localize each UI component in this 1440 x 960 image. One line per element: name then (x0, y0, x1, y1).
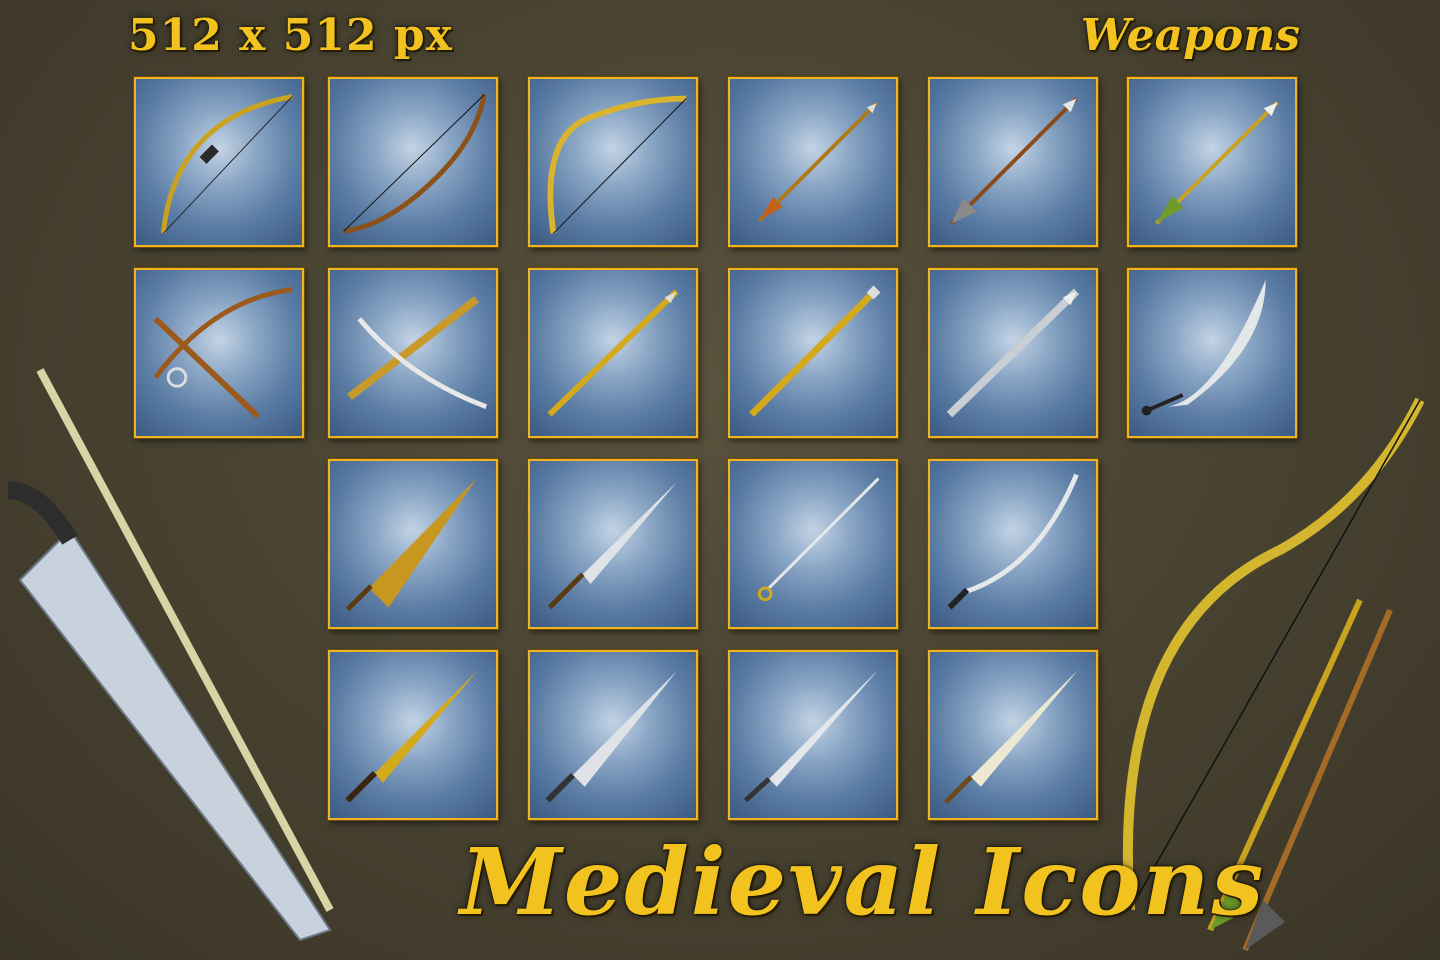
gold-dagger-sword-icon[interactable] (328, 650, 498, 820)
recurve-bow-icon[interactable] (328, 77, 498, 247)
sabre-icon[interactable] (928, 459, 1098, 629)
gold-spear-icon[interactable] (528, 268, 698, 438)
ornate-sword-icon[interactable] (528, 650, 698, 820)
steel-longsword-icon[interactable] (528, 459, 698, 629)
gold-staff-icon[interactable] (728, 268, 898, 438)
decorative-swords-icon (7, 368, 334, 942)
longbow-icon[interactable] (134, 77, 304, 247)
bronze-broadsword-icon[interactable] (328, 459, 498, 629)
orange-arrow-icon[interactable] (728, 77, 898, 247)
green-fletch-arrow-icon[interactable] (1127, 77, 1297, 247)
barbed-arrow-icon[interactable] (928, 77, 1098, 247)
category-label: Weapons (1080, 10, 1300, 61)
size-label: 512 x 512 px (128, 10, 453, 61)
steel-spear-icon[interactable] (928, 268, 1098, 438)
rapier-icon[interactable] (728, 459, 898, 629)
bastard-sword-icon[interactable] (928, 650, 1098, 820)
heavy-crossbow-icon[interactable] (328, 268, 498, 438)
footer-title: Medieval Icons (460, 828, 1266, 936)
wrapped-bow-icon[interactable] (528, 77, 698, 247)
cross-hilt-sword-icon[interactable] (728, 650, 898, 820)
